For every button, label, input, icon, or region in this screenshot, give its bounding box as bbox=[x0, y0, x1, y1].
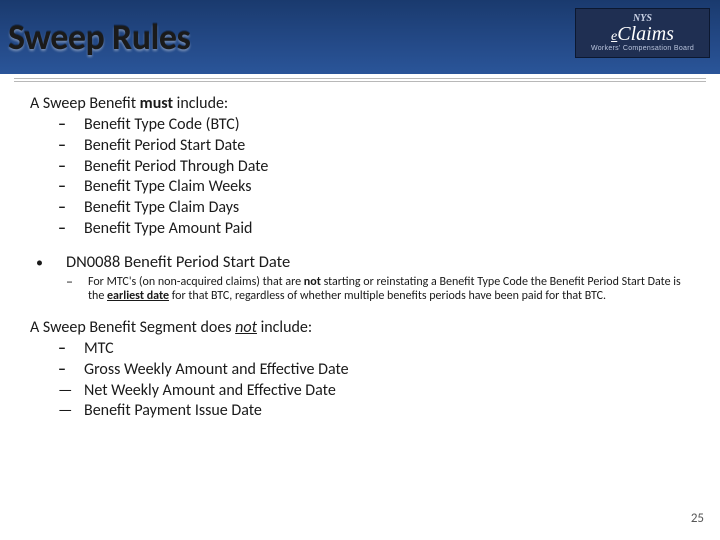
list-item: Benefit Type Amount Paid bbox=[84, 219, 692, 240]
slide-title: Sweep Rules bbox=[8, 15, 190, 59]
dn0088-label: DN0088 Benefit Period Start Date bbox=[66, 252, 290, 273]
must-include-lead: A Sweep Benefit must include: bbox=[30, 94, 692, 113]
list-item: Gross Weekly Amount and Effective Date bbox=[84, 360, 692, 381]
slide-body: A Sweep Benefit must include: Benefit Ty… bbox=[0, 82, 720, 422]
list-item: Benefit Payment Issue Date bbox=[84, 401, 692, 422]
not-include-list-em: Net Weekly Amount and Effective Date Ben… bbox=[84, 381, 692, 423]
bullet-icon: • bbox=[36, 252, 66, 273]
logo-subtitle: Workers' Compensation Board bbox=[591, 45, 694, 52]
logo-eclaims: eClaims bbox=[611, 24, 674, 45]
list-item: Benefit Type Claim Weeks bbox=[84, 177, 692, 198]
must-include-list: Benefit Type Code (BTC) Benefit Period S… bbox=[84, 115, 692, 240]
list-item: Net Weekly Amount and Effective Date bbox=[84, 381, 692, 402]
dn0088-note: For MTC's (on non-acquired claims) that … bbox=[88, 275, 692, 304]
not-include-lead: A Sweep Benefit Segment does not include… bbox=[30, 318, 692, 337]
list-item: Benefit Type Claim Days bbox=[84, 198, 692, 219]
list-item: MTC bbox=[84, 339, 692, 360]
dn0088-bullet: • DN0088 Benefit Period Start Date bbox=[36, 252, 692, 273]
list-item: Benefit Period Start Date bbox=[84, 136, 692, 157]
divider bbox=[14, 78, 706, 79]
list-item: Benefit Period Through Date bbox=[84, 157, 692, 178]
title-bar: Sweep Rules NYS eClaims Workers' Compens… bbox=[0, 0, 720, 74]
list-item: Benefit Type Code (BTC) bbox=[84, 115, 692, 136]
page-number: 25 bbox=[691, 511, 704, 526]
not-include-list-dash: MTC Gross Weekly Amount and Effective Da… bbox=[84, 339, 692, 381]
eclaims-logo: NYS eClaims Workers' Compensation Board bbox=[575, 8, 710, 58]
